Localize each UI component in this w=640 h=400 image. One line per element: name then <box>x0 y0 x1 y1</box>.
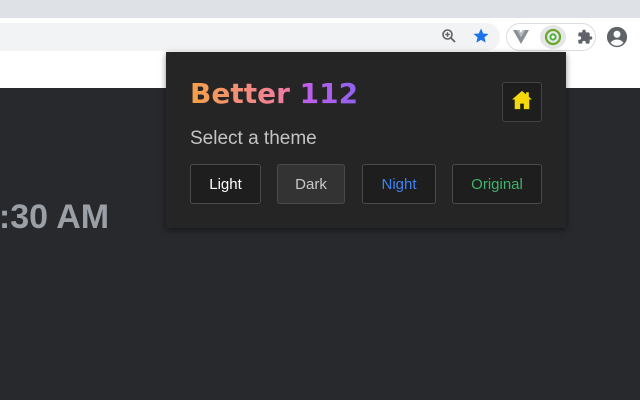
theme-dark-button[interactable]: Dark <box>277 164 345 204</box>
zoom-icon[interactable] <box>440 27 458 45</box>
popup-title: Better 112 <box>190 76 358 112</box>
theme-night-button[interactable]: Night <box>362 164 436 204</box>
home-button[interactable] <box>502 82 542 122</box>
title-word: Better <box>190 77 290 110</box>
theme-prompt: Select a theme <box>190 128 317 149</box>
profile-icon[interactable] <box>605 25 629 49</box>
bookmark-star-icon[interactable] <box>472 27 490 45</box>
home-icon <box>511 90 533 115</box>
tab-strip <box>0 0 640 18</box>
extension-active-icon[interactable] <box>540 25 566 49</box>
clock-time: 0:30 AM <box>0 198 110 236</box>
extension-popup: Better 112 Select a theme Light Dark Nig… <box>166 52 566 228</box>
theme-light-button[interactable]: Light <box>190 164 261 204</box>
title-number: 112 <box>299 77 359 110</box>
vue-devtools-icon[interactable] <box>512 28 530 46</box>
address-bar[interactable] <box>0 23 500 51</box>
theme-original-button[interactable]: Original <box>452 164 542 204</box>
puzzle-icon[interactable] <box>576 28 594 46</box>
